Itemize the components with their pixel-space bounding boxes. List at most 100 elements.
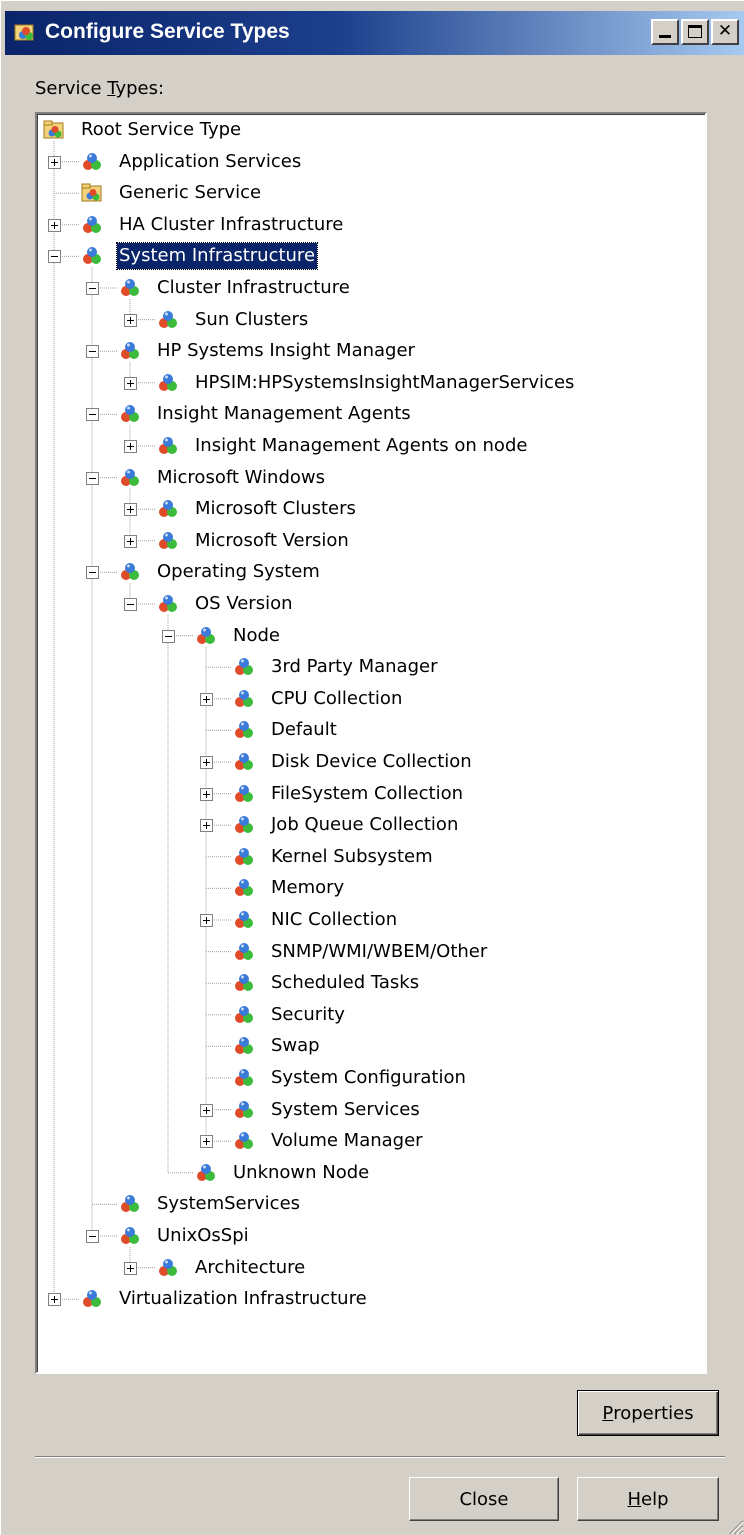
tree-item-label[interactable]: Virtualization Infrastructure [117, 1286, 369, 1312]
service-types-label-prefix: Service [35, 78, 108, 99]
tree-item-label[interactable]: HPSIM:HPSystemsInsightManagerServices [193, 370, 576, 396]
collapse-icon[interactable] [86, 566, 99, 580]
service-types-label-suffix: ypes: [115, 78, 165, 99]
service-icon [235, 816, 253, 834]
tree-item-label[interactable]: SystemServices [155, 1191, 302, 1217]
expand-icon[interactable] [200, 756, 213, 769]
maximize-icon [688, 25, 702, 38]
collapse-icon[interactable] [86, 1230, 99, 1243]
tree-item-label[interactable]: Root Service Type [79, 117, 243, 143]
tree-item-label[interactable]: System Services [269, 1097, 422, 1123]
tree-item-label[interactable]: Job Queue Collection [269, 812, 460, 838]
service-icon [235, 1005, 253, 1023]
tree-item-label[interactable]: Swap [269, 1033, 322, 1059]
tree-item-label[interactable]: Scheduled Tasks [269, 970, 421, 996]
close-window-button[interactable]: ✕ [711, 19, 739, 45]
service-icon [159, 595, 177, 612]
tree-item-label[interactable]: Disk Device Collection [269, 749, 474, 775]
tree-item-label[interactable]: System Infrastructure [115, 242, 319, 271]
tree-item-label[interactable]: HP Systems Insight Manager [155, 338, 417, 364]
tree-item-label[interactable]: Unknown Node [231, 1160, 371, 1186]
expand-icon[interactable] [200, 1135, 213, 1149]
tree-item-label[interactable]: Node [231, 623, 282, 649]
folder-service-icon [43, 120, 64, 139]
tree-item-label[interactable]: Architecture [193, 1255, 307, 1281]
expand-icon[interactable] [200, 914, 213, 927]
service-icon [235, 911, 253, 928]
tree-item-label[interactable]: Generic Service [117, 180, 263, 206]
service-icon [235, 1100, 253, 1118]
service-types-tree[interactable]: Root Service Type Application Services Gen… [35, 112, 707, 1374]
tree-item-label[interactable]: Insight Management Agents [155, 401, 413, 427]
service-icon [83, 247, 101, 265]
expand-icon[interactable] [48, 1293, 61, 1307]
expand-icon[interactable] [48, 218, 61, 232]
tree-item-label[interactable]: CPU Collection [269, 686, 404, 712]
collapse-icon[interactable] [124, 598, 137, 611]
close-icon: ✕ [717, 21, 733, 41]
tree-item-label[interactable]: System Configuration [269, 1065, 468, 1091]
service-icon [121, 563, 139, 581]
help-button[interactable]: Help [577, 1477, 719, 1521]
expand-icon[interactable] [124, 440, 137, 453]
tree-item-label[interactable]: Security [269, 1002, 347, 1028]
expand-icon[interactable] [124, 376, 137, 390]
tree-item-label[interactable]: NIC Collection [269, 907, 399, 933]
tree-item-label[interactable]: Application Services [117, 149, 303, 175]
collapse-icon[interactable] [86, 408, 99, 422]
help-label: elp [641, 1488, 669, 1510]
tree-item-label[interactable]: Microsoft Clusters [193, 496, 358, 522]
service-icon [159, 437, 177, 454]
service-icon [235, 689, 253, 707]
tree-item-label[interactable]: Insight Management Agents on node [193, 433, 529, 459]
resize-grip-icon[interactable] [724, 1515, 744, 1535]
properties-button[interactable]: Properties [577, 1390, 719, 1436]
tree-item-label[interactable]: FileSystem Collection [269, 781, 465, 807]
tree-item-label[interactable]: SNMP/WMI/WBEM/Other [269, 939, 489, 965]
expand-icon[interactable] [200, 787, 213, 801]
tree-item-label[interactable]: HA Cluster Infrastructure [117, 212, 345, 238]
service-icon [235, 1069, 253, 1086]
tree-item-label[interactable]: Cluster Infrastructure [155, 275, 352, 301]
title-bar[interactable]: Configure Service Types ✕ [5, 11, 744, 55]
minimize-button[interactable] [651, 19, 679, 45]
expand-icon[interactable] [200, 819, 213, 833]
tree-item-label[interactable]: Microsoft Windows [155, 465, 327, 491]
collapse-icon[interactable] [86, 282, 99, 295]
tree-item-label[interactable]: OS Version [193, 591, 295, 617]
collapse-icon[interactable] [86, 471, 99, 485]
expand-icon[interactable] [200, 1103, 213, 1117]
help-accesskey: H [627, 1488, 642, 1510]
tree-item-label[interactable]: Volume Manager [269, 1128, 425, 1154]
tree-item-label[interactable]: UnixOsSpi [155, 1223, 251, 1249]
tree-item-label[interactable]: Memory [269, 875, 346, 901]
separator [35, 1456, 725, 1458]
expand-icon[interactable] [200, 692, 213, 706]
tree-item-label[interactable]: Microsoft Version [193, 528, 351, 554]
tree-item-label[interactable]: Kernel Subsystem [269, 844, 435, 870]
tree-item-label[interactable]: 3rd Party Manager [269, 654, 440, 680]
collapse-icon[interactable] [86, 345, 99, 359]
service-icon [235, 847, 253, 865]
expand-icon[interactable] [124, 503, 137, 517]
expand-icon[interactable] [124, 313, 137, 327]
tree-item-label[interactable]: Operating System [155, 559, 322, 585]
service-icon [121, 405, 139, 423]
tree-item-label[interactable]: Sun Clusters [193, 307, 310, 333]
collapse-icon[interactable] [162, 629, 175, 643]
tree-item-label[interactable]: Default [269, 717, 339, 743]
service-icon [197, 626, 215, 644]
service-icon [159, 531, 177, 549]
collapse-icon[interactable] [48, 250, 61, 264]
expand-icon[interactable] [124, 1261, 137, 1275]
expand-icon[interactable] [48, 155, 61, 169]
service-icon [235, 974, 253, 992]
properties-accesskey: P [602, 1402, 614, 1424]
expand-icon[interactable] [124, 534, 137, 548]
close-button[interactable]: Close [409, 1477, 559, 1521]
properties-label: roperties [613, 1402, 694, 1424]
service-icon [197, 1163, 215, 1181]
service-icon [235, 942, 253, 960]
service-icon [83, 1290, 101, 1308]
maximize-button[interactable] [681, 19, 709, 45]
